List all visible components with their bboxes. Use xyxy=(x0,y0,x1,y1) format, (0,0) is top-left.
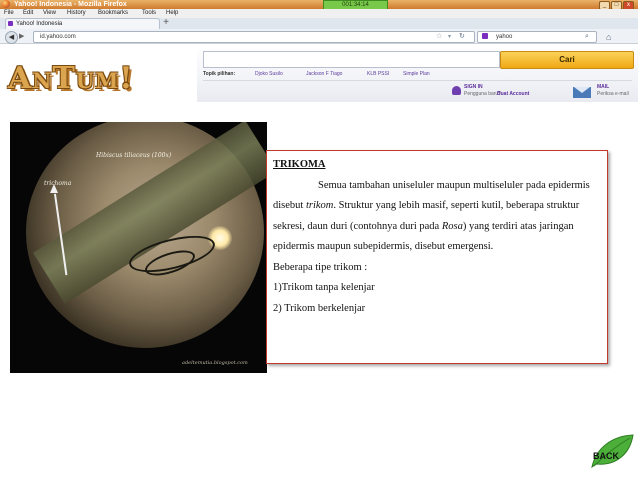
reload-icon[interactable]: ↻ xyxy=(459,31,465,43)
back-button-label[interactable]: BACK xyxy=(593,451,619,462)
home-icon[interactable]: ⌂ xyxy=(606,31,611,43)
content-text: TRIKOMA Semua tambahan uniseluler maupun… xyxy=(273,155,603,319)
photo-species-label: Hibiscus tiliaceus (100x) xyxy=(96,152,172,159)
url-input[interactable]: id.yahoo.com xyxy=(40,31,76,43)
user-icon[interactable] xyxy=(452,86,461,95)
new-tab-button[interactable]: + xyxy=(161,18,171,28)
yahoo-search-input[interactable] xyxy=(203,51,500,68)
genus-rosa: Rosa xyxy=(441,220,463,232)
window-title: Yahoo! Indonesia - Mozilla Firefox xyxy=(14,1,127,8)
yahoo-favicon-icon xyxy=(8,21,13,26)
mail-icon-flap xyxy=(574,87,590,93)
type-item: 2) Trikom berkelenjar xyxy=(273,302,366,314)
types-intro: Beberapa tipe trikom : xyxy=(273,261,368,273)
menu-edit[interactable]: Edit xyxy=(23,9,33,18)
tab-label: Yahoo! Indonesia xyxy=(16,21,63,27)
menu-bar xyxy=(0,9,638,18)
content-heading: TRIKOMA xyxy=(273,159,326,170)
content-paragraph: Semua tambahan uniseluler maupun multise… xyxy=(273,176,603,258)
new-user-text: Pengguna baru? xyxy=(464,91,501,97)
type-item: 1)Trikom tanpa kelenjar xyxy=(273,282,375,293)
search-button[interactable]: Cari xyxy=(500,51,634,69)
search-icon[interactable]: ⌕ xyxy=(585,31,589,43)
firefox-logo-icon xyxy=(2,0,10,8)
menu-bookmarks[interactable]: Bookmarks xyxy=(98,9,128,18)
menu-view[interactable]: View xyxy=(43,9,56,18)
yahoo-engine-icon[interactable] xyxy=(482,33,488,39)
search-engine-label: yahoo xyxy=(496,34,513,40)
topics-label: Topik pilihan: xyxy=(203,71,236,77)
photo-watermark: adeltemutia.blogspot.com xyxy=(182,360,248,366)
microscope-photo: Hibiscus tiliaceus (100x) trichoma adelt… xyxy=(10,122,267,373)
browser-search-box[interactable] xyxy=(477,31,597,43)
menu-tools[interactable]: Tools xyxy=(142,9,156,18)
topic-link[interactable]: KLB PSSI xyxy=(367,71,389,78)
topic-link[interactable]: Simple Plan xyxy=(403,71,430,78)
check-email-text: Periksa e-mail xyxy=(597,91,629,97)
term-trikom: trikom xyxy=(305,200,334,211)
divider xyxy=(203,80,632,81)
menu-history[interactable]: History xyxy=(67,9,86,18)
forward-arrow-icon[interactable]: ▶ xyxy=(19,32,24,41)
url-bar[interactable] xyxy=(33,31,475,43)
photo-trichome-label: trichoma xyxy=(44,180,72,187)
antum-logo: AnTum! xyxy=(8,61,134,96)
topic-link[interactable]: Jackson F Tiago xyxy=(306,71,342,78)
sign-in-link[interactable]: SIGN IN xyxy=(464,84,483,91)
back-arrow-icon[interactable]: ◀ xyxy=(5,31,18,44)
topic-link[interactable]: Djoko Susilo xyxy=(255,71,283,78)
mail-link[interactable]: MAIL xyxy=(597,84,609,91)
bookmark-star-icon[interactable]: ☆ xyxy=(436,31,442,43)
create-account-link[interactable]: Buat Account xyxy=(497,91,529,98)
menu-file[interactable]: File xyxy=(4,9,14,18)
url-dropdown-icon[interactable]: ▾ xyxy=(448,31,451,43)
